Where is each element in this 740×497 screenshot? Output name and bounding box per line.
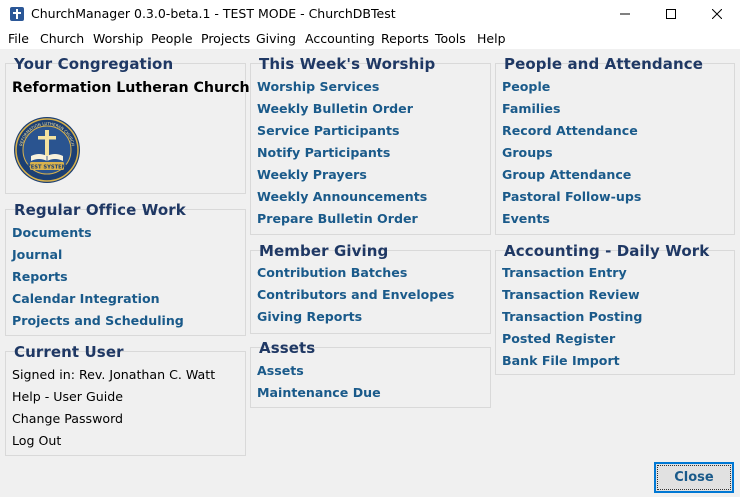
link-pastoral-follow-ups[interactable]: Pastoral Follow-ups	[502, 189, 641, 204]
congregation-title: Your Congregation	[14, 55, 174, 73]
link-families[interactable]: Families	[502, 101, 560, 116]
link-transaction-review[interactable]: Transaction Review	[502, 287, 640, 302]
window-close-button[interactable]	[694, 0, 740, 28]
help-user-guide-link[interactable]: Help - User Guide	[12, 389, 123, 404]
title-bar: ChurchManager 0.3.0-beta.1 - TEST MODE -…	[0, 0, 740, 28]
menu-accounting[interactable]: Accounting	[305, 31, 375, 46]
link-transaction-posting[interactable]: Transaction Posting	[502, 309, 642, 324]
link-prepare-bulletin-order[interactable]: Prepare Bulletin Order	[257, 211, 418, 226]
minimize-button[interactable]	[602, 0, 648, 28]
menu-projects[interactable]: Projects	[201, 31, 250, 46]
menu-people[interactable]: People	[151, 31, 193, 46]
link-groups[interactable]: Groups	[502, 145, 553, 160]
link-projects-scheduling[interactable]: Projects and Scheduling	[12, 313, 184, 328]
maximize-button[interactable]	[648, 0, 694, 28]
menu-giving[interactable]: Giving	[256, 31, 296, 46]
accounting-title: Accounting - Daily Work	[504, 242, 710, 260]
link-journal[interactable]: Journal	[12, 247, 62, 262]
menu-file[interactable]: File	[8, 31, 29, 46]
log-out-link[interactable]: Log Out	[12, 433, 61, 448]
link-calendar-integration[interactable]: Calendar Integration	[12, 291, 160, 306]
change-password-link[interactable]: Change Password	[12, 411, 123, 426]
close-button[interactable]: Close	[654, 462, 734, 493]
logo-badge-text: TEST SYSTEM	[27, 165, 67, 171]
signed-in-text: Signed in: Rev. Jonathan C. Watt	[12, 367, 216, 382]
link-maintenance-due[interactable]: Maintenance Due	[257, 385, 381, 400]
office-title: Regular Office Work	[14, 201, 186, 219]
link-group-attendance[interactable]: Group Attendance	[502, 167, 631, 182]
menu-worship[interactable]: Worship	[93, 31, 143, 46]
link-reports[interactable]: Reports	[12, 269, 68, 284]
menu-church[interactable]: Church	[40, 31, 84, 46]
link-contribution-batches[interactable]: Contribution Batches	[257, 265, 407, 280]
worship-title: This Week's Worship	[259, 55, 436, 73]
app-icon	[10, 7, 24, 21]
link-contributors-envelopes[interactable]: Contributors and Envelopes	[257, 287, 454, 302]
assets-title: Assets	[259, 339, 316, 357]
link-service-participants[interactable]: Service Participants	[257, 123, 399, 138]
menu-help[interactable]: Help	[477, 31, 506, 46]
church-name: Reformation Lutheran Church	[12, 80, 250, 96]
link-events[interactable]: Events	[502, 211, 550, 226]
menu-bar: File Church Worship People Projects Givi…	[0, 28, 740, 50]
link-documents[interactable]: Documents	[12, 225, 92, 240]
link-worship-services[interactable]: Worship Services	[257, 79, 379, 94]
link-notify-participants[interactable]: Notify Participants	[257, 145, 390, 160]
current-user-title: Current User	[14, 343, 124, 361]
link-record-attendance[interactable]: Record Attendance	[502, 123, 638, 138]
link-weekly-announcements[interactable]: Weekly Announcements	[257, 189, 427, 204]
link-giving-reports[interactable]: Giving Reports	[257, 309, 362, 324]
focus-ring	[657, 465, 731, 490]
menu-reports[interactable]: Reports	[381, 31, 429, 46]
link-bank-file-import[interactable]: Bank File Import	[502, 353, 620, 368]
link-people[interactable]: People	[502, 79, 550, 94]
church-logo: TEST SYSTEM REFORMATION LUTHERAN CHURCH	[14, 117, 80, 183]
giving-title: Member Giving	[259, 242, 389, 260]
window-title: ChurchManager 0.3.0-beta.1 - TEST MODE -…	[31, 6, 396, 21]
link-transaction-entry[interactable]: Transaction Entry	[502, 265, 627, 280]
minimize-icon	[620, 13, 630, 15]
menu-tools[interactable]: Tools	[435, 31, 466, 46]
link-assets[interactable]: Assets	[257, 363, 304, 378]
link-weekly-bulletin-order[interactable]: Weekly Bulletin Order	[257, 101, 413, 116]
people-title: People and Attendance	[504, 55, 704, 73]
link-posted-register[interactable]: Posted Register	[502, 331, 615, 346]
link-weekly-prayers[interactable]: Weekly Prayers	[257, 167, 367, 182]
close-icon	[712, 9, 722, 19]
maximize-icon	[666, 9, 676, 19]
